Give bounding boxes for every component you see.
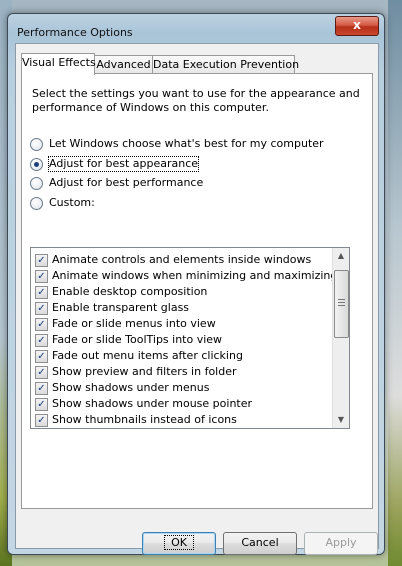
checkbox[interactable]: ✓ (35, 286, 48, 299)
list-item-label: Fade or slide ToolTips into view (52, 333, 223, 346)
apply-button-label: Apply (325, 536, 357, 549)
tab-label: Advanced (96, 58, 151, 71)
vertical-scrollbar[interactable]: ▲ ▼ (332, 248, 349, 428)
radio-button-icon[interactable] (30, 197, 43, 210)
checkbox[interactable]: ✓ (35, 350, 48, 363)
checkbox[interactable]: ✓ (35, 318, 48, 331)
visual-effects-panel: Select the settings you want to use for … (21, 73, 373, 509)
radio-button-icon[interactable] (30, 138, 43, 151)
cancel-button-label: Cancel (241, 536, 279, 549)
checkbox[interactable]: ✓ (35, 382, 48, 395)
apply-button[interactable]: Apply (304, 532, 378, 555)
list-item-label: Show thumbnails instead of icons (52, 413, 237, 426)
list-item-label: Show preview and filters in folder (52, 365, 237, 378)
list-item-label: Fade out menu items after clicking (52, 349, 243, 362)
radio-label: Adjust for best appearance (47, 156, 200, 172)
radio-label: Let Windows choose what's best for my co… (49, 137, 324, 150)
radio-button-icon[interactable] (30, 177, 43, 190)
close-icon: x (353, 18, 361, 32)
tab-data-execution-prevention[interactable]: Data Execution Prevention (152, 55, 299, 74)
checkbox[interactable]: ✓ (35, 398, 48, 411)
tab-label: Data Execution Prevention (153, 58, 300, 71)
window-title: Performance Options (17, 26, 133, 39)
tab-advanced[interactable]: Advanced (94, 55, 153, 74)
grip-icon (338, 299, 345, 307)
scroll-down-icon[interactable]: ▼ (333, 412, 349, 428)
tab-label: Visual Effects (22, 56, 96, 69)
visual-effects-list[interactable]: ✓ Animate controls and elements inside w… (30, 247, 350, 429)
radio-label: Adjust for best performance (49, 176, 204, 189)
checkbox[interactable]: ✓ (35, 366, 48, 379)
close-button[interactable]: x (335, 16, 379, 36)
checkbox[interactable]: ✓ (35, 414, 48, 427)
title-bar[interactable]: Performance Options x (8, 14, 384, 44)
dialog-client-area: Visual Effects Advanced Data Execution P… (15, 43, 379, 555)
checkbox[interactable]: ✓ (35, 302, 48, 315)
background-window-right-edge (388, 0, 402, 566)
description-text: Select the settings you want to use for … (32, 87, 360, 114)
ok-button[interactable]: OK (142, 532, 216, 555)
radio-label: Custom: (49, 196, 95, 209)
list-item-label: Animate controls and elements inside win… (52, 253, 312, 266)
radio-button-selected-icon[interactable] (30, 158, 43, 171)
scrollbar-thumb[interactable] (334, 270, 349, 338)
performance-options-dialog: Performance Options x Visual Effects Adv… (7, 13, 385, 555)
checkbox[interactable]: ✓ (35, 270, 48, 283)
cancel-button[interactable]: Cancel (223, 532, 297, 555)
list-item-label: Show shadows under menus (52, 381, 210, 394)
checkbox[interactable]: ✓ (35, 254, 48, 267)
list-item-label: Show shadows under mouse pointer (52, 397, 253, 410)
checkbox[interactable]: ✓ (35, 334, 48, 347)
scroll-up-icon[interactable]: ▲ (333, 248, 349, 264)
ok-button-label: OK (164, 535, 194, 550)
list-item-label: Animate windows when minimizing and maxi… (52, 269, 338, 282)
list-item-label: Enable transparent glass (52, 301, 190, 314)
list-item-label: Enable desktop composition (52, 285, 208, 298)
list-item-label: Fade or slide menus into view (52, 317, 216, 330)
tab-visual-effects[interactable]: Visual Effects (21, 53, 96, 75)
